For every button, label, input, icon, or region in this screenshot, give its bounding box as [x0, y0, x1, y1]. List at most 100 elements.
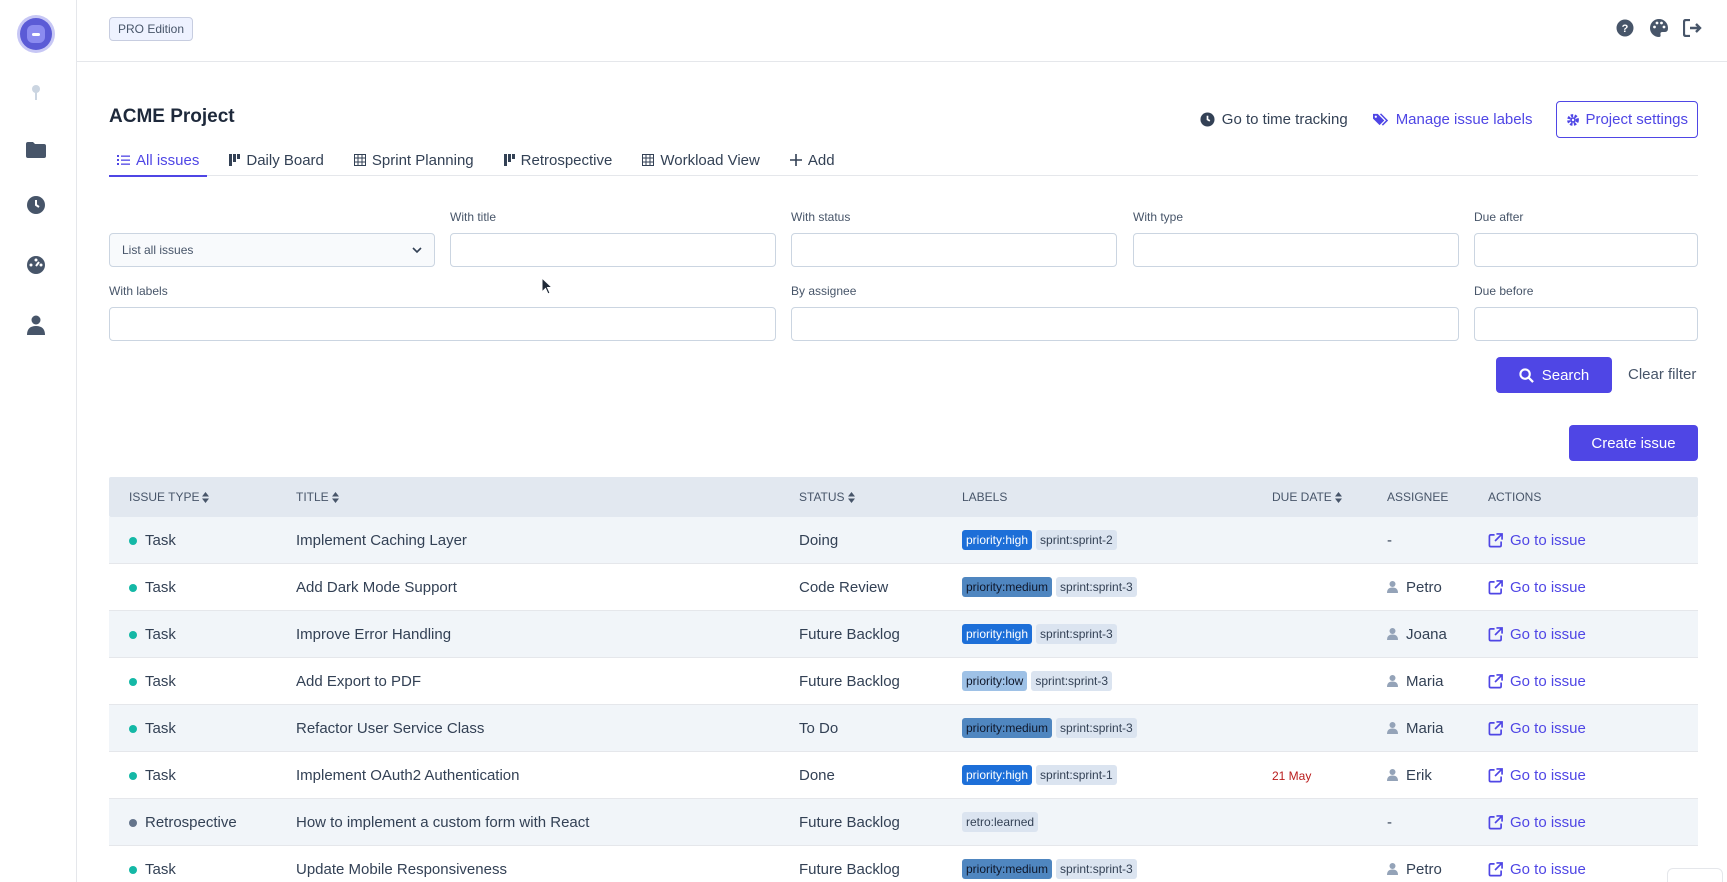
- go-to-issue-label: Go to issue: [1510, 813, 1586, 831]
- time-tracking-label: Go to time tracking: [1221, 111, 1348, 128]
- search-icon: [1519, 367, 1534, 383]
- table-row[interactable]: Task Add Export to PDF Future Backlog prior…: [109, 658, 1698, 705]
- issue-labels: priority:medium sprint:sprint-3: [962, 859, 1272, 879]
- header-actions: ACTIONS: [1488, 490, 1542, 504]
- issue-title: Implement OAuth2 Authentication: [296, 766, 520, 784]
- time-tracking-link[interactable]: Go to time tracking: [1200, 111, 1348, 128]
- due-before-input[interactable]: [1474, 307, 1698, 341]
- project-settings-label: Project settings: [1585, 111, 1688, 128]
- tab-add[interactable]: Add: [782, 144, 843, 176]
- go-to-issue-link[interactable]: Go to issue: [1488, 579, 1688, 596]
- user-icon: [1387, 675, 1398, 687]
- issue-type: Task: [145, 766, 176, 784]
- logout-icon[interactable]: [1683, 18, 1703, 38]
- project-settings-button[interactable]: Project settings: [1556, 101, 1698, 138]
- table-header: ISSUE TYPE TITLE STATUS LABELS DUE DATE …: [109, 477, 1698, 517]
- issue-label: sprint:sprint-3: [1056, 859, 1137, 879]
- table-icon: [642, 154, 655, 166]
- sidebar: [0, 0, 77, 882]
- assignee-name: Petro: [1406, 578, 1442, 596]
- sort-issue-type[interactable]: ISSUE TYPE: [109, 490, 296, 504]
- edition-badge: PRO Edition: [109, 17, 194, 41]
- issue-due-date: 21 May: [1272, 768, 1312, 783]
- issue-status: Future Backlog: [799, 672, 900, 690]
- user-icon: [1387, 722, 1398, 734]
- table-row[interactable]: Task Implement OAuth2 Authentication Done p…: [109, 752, 1698, 799]
- tab-sprint-planning[interactable]: Sprint Planning: [346, 144, 482, 176]
- issue-labels: priority:medium sprint:sprint-3: [962, 577, 1272, 597]
- issue-label: sprint:sprint-3: [1036, 624, 1117, 644]
- go-to-issue-label: Go to issue: [1510, 578, 1586, 596]
- issue-labels: priority:high sprint:sprint-3: [962, 624, 1272, 644]
- issues-table: ISSUE TYPE TITLE STATUS LABELS DUE DATE …: [109, 477, 1698, 882]
- type-dot-icon: [129, 865, 137, 874]
- create-issue-button[interactable]: Create issue: [1569, 425, 1698, 461]
- issue-label: priority:high: [962, 624, 1033, 644]
- external-link-icon: [1488, 579, 1503, 594]
- go-to-issue-label: Go to issue: [1510, 672, 1586, 690]
- title-filter-input[interactable]: [450, 233, 776, 267]
- table-row[interactable]: Task Refactor User Service Class To Do prio…: [109, 705, 1698, 752]
- type-dot-icon: [129, 818, 137, 827]
- table-row[interactable]: Task Improve Error Handling Future Backlog…: [109, 611, 1698, 658]
- external-link-icon: [1488, 532, 1503, 547]
- tab-workload-view[interactable]: Workload View: [634, 144, 768, 176]
- folder-icon[interactable]: [24, 138, 48, 162]
- sort-title[interactable]: TITLE: [296, 490, 799, 504]
- go-to-issue-link[interactable]: Go to issue: [1488, 673, 1688, 690]
- user-icon: [1387, 581, 1398, 593]
- tab-label: Sprint Planning: [371, 151, 474, 169]
- go-to-issue-link[interactable]: Go to issue: [1488, 814, 1688, 831]
- sort-due-date[interactable]: DUE DATE: [1272, 490, 1387, 504]
- due-after-input[interactable]: [1474, 233, 1698, 267]
- tab-all-issues[interactable]: All issues: [109, 144, 208, 177]
- user-icon[interactable]: [24, 313, 48, 337]
- search-label: Search: [1541, 366, 1590, 384]
- clock-icon[interactable]: [24, 193, 48, 217]
- external-link-icon: [1488, 673, 1503, 688]
- issue-label: sprint:sprint-3: [1056, 718, 1137, 738]
- assignee-filter-input[interactable]: [791, 307, 1459, 341]
- with-title-label: With title: [450, 210, 497, 224]
- help-icon[interactable]: ?: [1615, 18, 1635, 38]
- project-title: ACME Project: [109, 106, 235, 127]
- app-logo[interactable]: [20, 18, 52, 50]
- search-button[interactable]: Search: [1496, 357, 1612, 393]
- sort-status[interactable]: STATUS: [799, 490, 962, 504]
- tab-retrospective[interactable]: Retrospective: [496, 144, 621, 176]
- assignee-name: -: [1387, 813, 1392, 831]
- issue-status: Future Backlog: [799, 625, 900, 643]
- go-to-issue-link[interactable]: Go to issue: [1488, 532, 1688, 549]
- dashboard-icon[interactable]: [24, 253, 48, 277]
- corner-widget[interactable]: [1667, 868, 1723, 882]
- palette-icon[interactable]: [1649, 18, 1669, 38]
- issue-label: sprint:sprint-1: [1036, 765, 1117, 785]
- issue-label: priority:medium: [962, 859, 1053, 879]
- external-link-icon: [1488, 814, 1503, 829]
- list-filter-select[interactable]: List all issues: [109, 233, 435, 267]
- table-row[interactable]: Retrospective How to implement a custom f…: [109, 799, 1698, 846]
- user-icon: [1387, 863, 1398, 875]
- go-to-issue-link[interactable]: Go to issue: [1488, 861, 1688, 878]
- labels-filter-input[interactable]: [109, 307, 776, 341]
- due-before-label: Due before: [1474, 284, 1534, 298]
- type-filter-input[interactable]: [1133, 233, 1459, 267]
- sort-icon: [202, 491, 210, 503]
- tab-label: Workload View: [660, 151, 760, 169]
- go-to-issue-link[interactable]: Go to issue: [1488, 626, 1688, 643]
- status-filter-input[interactable]: [791, 233, 1117, 267]
- header-due-date: DUE DATE: [1272, 490, 1332, 504]
- clear-filter-button[interactable]: Clear filter: [1628, 366, 1696, 383]
- table-row[interactable]: Task Update Mobile Responsiveness Future B…: [109, 846, 1698, 882]
- issue-title: Refactor User Service Class: [296, 719, 485, 737]
- tab-daily-board[interactable]: Daily Board: [221, 144, 332, 176]
- table-row[interactable]: Task Implement Caching Layer Doing priority…: [109, 517, 1698, 564]
- table-row[interactable]: Task Add Dark Mode Support Code Review prio…: [109, 564, 1698, 611]
- header-status: STATUS: [799, 490, 845, 504]
- board-icon: [503, 154, 515, 166]
- go-to-issue-link[interactable]: Go to issue: [1488, 767, 1688, 784]
- manage-labels-link[interactable]: Manage issue labels: [1372, 111, 1532, 128]
- go-to-issue-link[interactable]: Go to issue: [1488, 720, 1688, 737]
- issue-type-cell: Task: [109, 532, 296, 549]
- pin-icon[interactable]: [24, 80, 48, 104]
